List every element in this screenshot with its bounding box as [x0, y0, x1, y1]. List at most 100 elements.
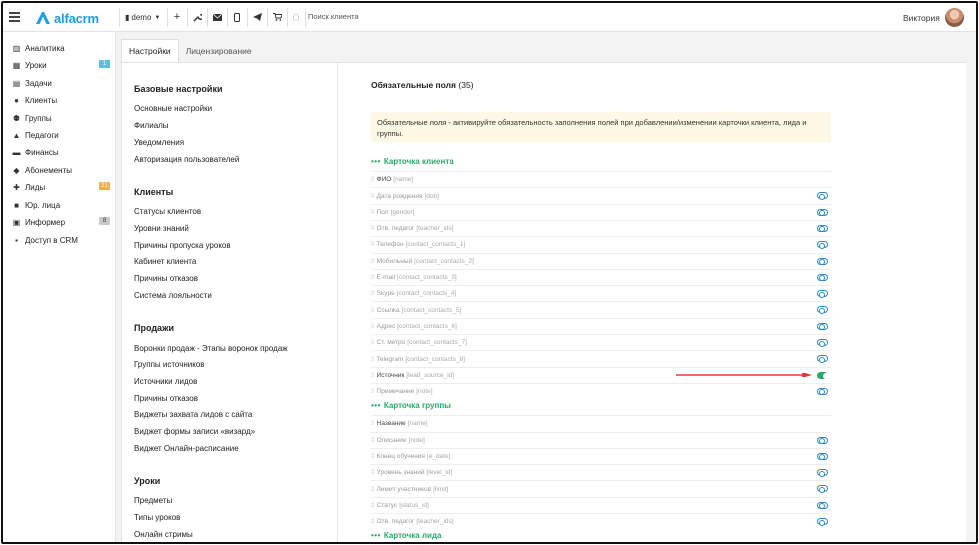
- tab-1[interactable]: Лицензирование: [179, 39, 259, 62]
- settings-link[interactable]: Типы уроков: [134, 513, 180, 522]
- settings-link[interactable]: Виджеты захвата лидов с сайта: [134, 410, 252, 419]
- settings-link[interactable]: Уведомления: [134, 138, 184, 147]
- settings-link[interactable]: Причины отказов: [134, 394, 198, 403]
- menu-toggle-icon[interactable]: [9, 12, 20, 22]
- drag-handle-icon[interactable]: ⁞⁞: [371, 518, 374, 525]
- required-toggle[interactable]: [817, 452, 828, 461]
- field-label: Telegram: [376, 355, 404, 363]
- required-toggle[interactable]: [817, 501, 828, 510]
- drag-handle-icon[interactable]: ⁞⁞: [371, 274, 374, 281]
- settings-link[interactable]: Онлайн стримы: [134, 530, 193, 539]
- required-toggle[interactable]: [817, 208, 828, 217]
- settings-link[interactable]: Группы источников: [134, 360, 205, 369]
- top-bar: alfacrm ▮ demo ▼ + Поиск клиента Виктори…: [3, 3, 976, 32]
- sidebar-item-9[interactable]: ■ Юр. лица: [12, 198, 110, 212]
- drag-handle-icon[interactable]: ⁞⁞: [371, 225, 374, 232]
- drag-handle-icon[interactable]: ⁞⁞: [371, 323, 374, 330]
- drag-handle-icon[interactable]: ⁞⁞: [371, 193, 374, 200]
- drag-handle-icon[interactable]: ⁞⁞: [371, 420, 374, 427]
- tab-0[interactable]: Настройки: [121, 39, 179, 62]
- drag-handle-icon[interactable]: ⁞⁞: [371, 453, 374, 460]
- settings-link[interactable]: Система лояльности: [134, 291, 212, 300]
- required-toggle[interactable]: [817, 436, 828, 444]
- settings-link[interactable]: Причины пропуска уроков: [134, 241, 231, 250]
- avatar[interactable]: [945, 8, 964, 27]
- drag-handle-icon[interactable]: ⁞⁞: [371, 290, 374, 297]
- sidebar-item-7[interactable]: ◆ Абонементы: [12, 163, 110, 177]
- required-toggle[interactable]: [817, 355, 828, 363]
- drag-handle-icon[interactable]: ⁞⁞: [371, 176, 374, 183]
- required-toggle[interactable]: [817, 306, 828, 314]
- drag-handle-icon[interactable]: ⁞⁞: [371, 241, 374, 248]
- drag-handle-icon[interactable]: ⁞⁞: [371, 486, 374, 493]
- required-toggle[interactable]: [817, 273, 828, 282]
- settings-group-title: Уроки: [134, 476, 161, 486]
- sidebar-item-3[interactable]: ● Клиенты: [12, 93, 110, 107]
- bell-icon[interactable]: [290, 11, 302, 23]
- sidebar-item-5[interactable]: ▲ Педагоги: [12, 128, 110, 142]
- drag-handle-icon[interactable]: ⁞⁞: [371, 437, 374, 444]
- field-label: Отв. педагог: [376, 225, 415, 233]
- field-section-title[interactable]: ••• Карточка клиента: [371, 157, 454, 166]
- field-section-title[interactable]: ••• Карточка лида: [371, 531, 441, 540]
- settings-link[interactable]: Виджет формы записи «визард»: [134, 427, 255, 436]
- required-toggle[interactable]: [817, 290, 828, 298]
- sidebar-item-11[interactable]: ▪ Доступ в CRM: [12, 233, 110, 247]
- required-toggle[interactable]: [817, 518, 828, 526]
- cart-icon[interactable]: [271, 11, 283, 23]
- sidebar-item-8[interactable]: ✚ Лиды 21: [12, 180, 110, 194]
- sidebar-item-1[interactable]: ▦ Уроки 1: [12, 58, 110, 72]
- drag-handle-icon[interactable]: ⁞⁞: [371, 372, 374, 379]
- client-search-input[interactable]: Поиск клиента: [308, 12, 359, 21]
- required-toggle[interactable]: [817, 339, 828, 347]
- sidebar-item-2[interactable]: ▤ Задачи: [12, 76, 110, 90]
- required-toggle[interactable]: [817, 224, 828, 233]
- drag-handle-icon[interactable]: ⁞⁞: [371, 356, 374, 363]
- field-section-title[interactable]: ••• Карточка группы: [371, 401, 451, 410]
- field-row: ⁞⁞ E-mail [contact_contacts_3]: [371, 268, 831, 286]
- required-toggle[interactable]: [817, 322, 828, 331]
- required-toggle[interactable]: [817, 371, 829, 380]
- add-icon[interactable]: +: [171, 11, 183, 23]
- settings-link[interactable]: Статусы клиентов: [134, 207, 201, 216]
- required-toggle[interactable]: [817, 257, 828, 265]
- wrench-icon[interactable]: [191, 11, 203, 23]
- settings-link[interactable]: Кабинет клиента: [134, 257, 196, 266]
- settings-link[interactable]: Источники лидов: [134, 377, 197, 386]
- drag-handle-icon[interactable]: ⁞⁞: [371, 307, 374, 314]
- required-toggle[interactable]: [817, 192, 828, 200]
- sidebar-item-6[interactable]: ▬ Финансы: [12, 145, 110, 159]
- required-toggle[interactable]: [817, 387, 828, 396]
- drag-handle-icon[interactable]: ⁞⁞: [371, 258, 374, 265]
- money-icon: ▬: [12, 147, 21, 157]
- settings-link[interactable]: Уровни знаний: [134, 224, 189, 233]
- settings-link[interactable]: Виджет Онлайн-расписание: [134, 444, 239, 453]
- field-code: [note]: [408, 436, 425, 444]
- settings-link[interactable]: Предметы: [134, 496, 172, 505]
- field-code: [gender]: [390, 208, 415, 216]
- branch-selector[interactable]: ▮ demo ▼: [125, 12, 160, 23]
- required-toggle[interactable]: [817, 485, 828, 493]
- drag-handle-icon[interactable]: ⁞⁞: [371, 388, 374, 395]
- sidebar-item-10[interactable]: ▣ Информер 8: [12, 215, 110, 229]
- telegram-icon[interactable]: [251, 11, 263, 23]
- mobile-icon[interactable]: [231, 11, 243, 23]
- settings-link[interactable]: Причины отказов: [134, 274, 198, 283]
- field-row: ⁞⁞ Статус [status_id]: [371, 496, 831, 514]
- required-toggle[interactable]: [817, 241, 828, 249]
- drag-handle-icon[interactable]: ⁞⁞: [371, 469, 374, 476]
- drag-handle-icon[interactable]: ⁞⁞: [371, 339, 374, 346]
- drag-handle-icon[interactable]: ⁞⁞: [371, 209, 374, 216]
- user-name[interactable]: Виктория: [903, 13, 940, 23]
- settings-link[interactable]: Авторизация пользователей: [134, 155, 239, 164]
- settings-link[interactable]: Филиалы: [134, 121, 169, 130]
- settings-link[interactable]: Воронки продаж - Этапы воронок продаж: [134, 344, 288, 353]
- mail-icon[interactable]: [211, 11, 223, 23]
- settings-link[interactable]: Основные настройки: [134, 104, 212, 113]
- sidebar-item-0[interactable]: ▥ Аналитика: [12, 41, 110, 55]
- logo[interactable]: alfacrm: [35, 10, 99, 26]
- required-toggle[interactable]: [817, 469, 828, 477]
- sidebar-item-4[interactable]: ⚉ Группы: [12, 111, 110, 125]
- drag-handle-icon[interactable]: ⁞⁞: [371, 502, 374, 509]
- field-label: Название: [376, 420, 406, 428]
